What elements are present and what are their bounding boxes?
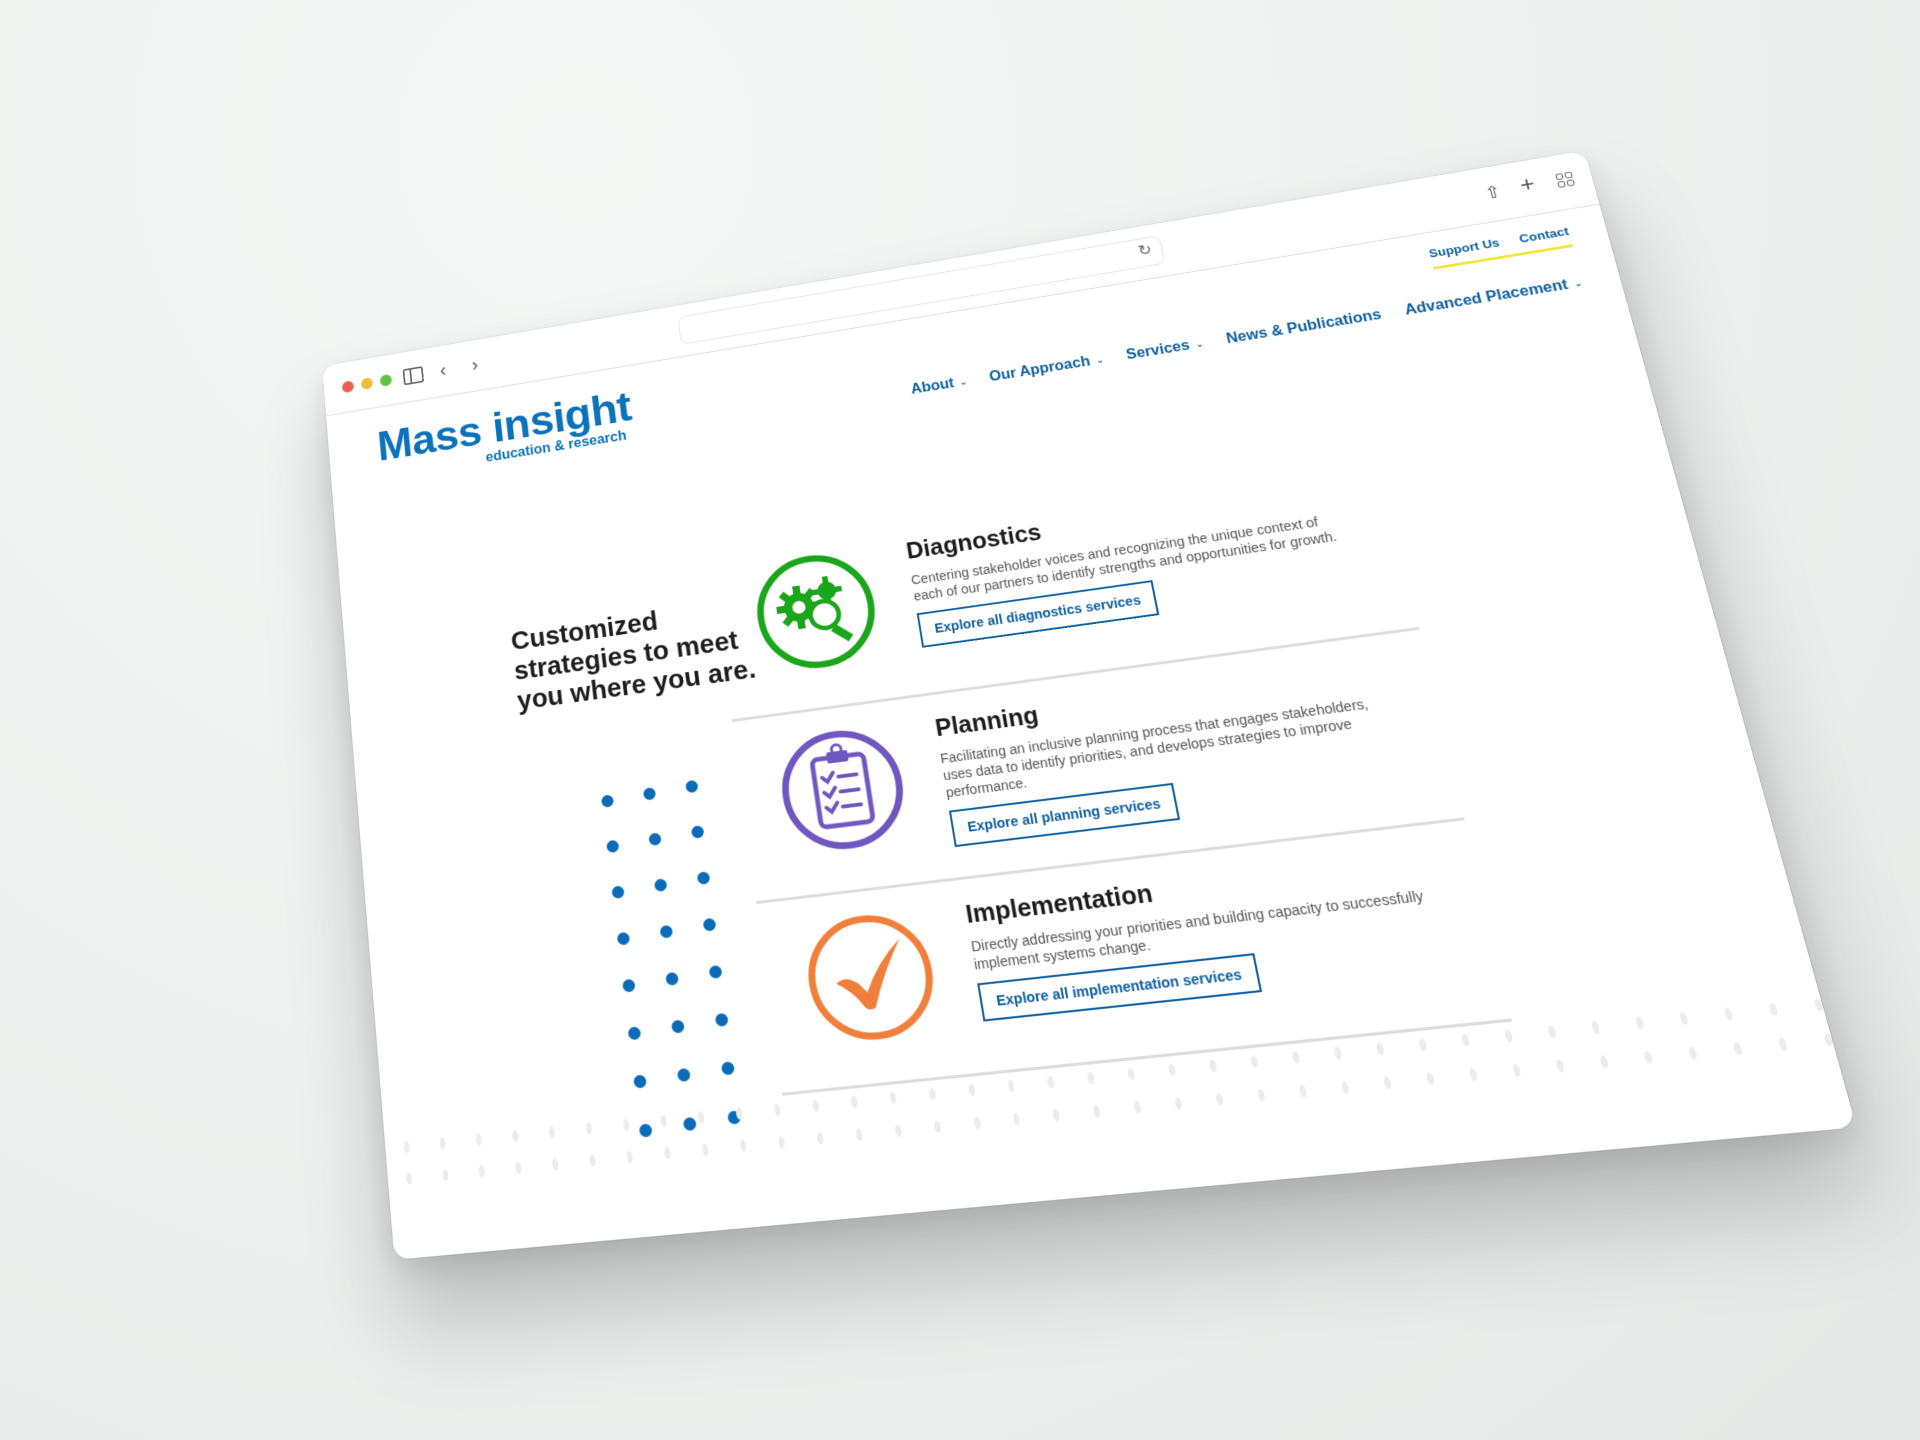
- browser-window: ‹ › ↻ ⇧ + Mass insight education & resea…: [322, 150, 1857, 1260]
- window-controls: [341, 373, 393, 394]
- support-us-link[interactable]: Support Us: [1427, 236, 1500, 260]
- forward-arrow-icon[interactable]: ›: [471, 354, 479, 376]
- chevron-down-icon: ⌄: [1094, 354, 1105, 366]
- new-tab-plus-icon[interactable]: +: [1517, 172, 1537, 197]
- reload-icon[interactable]: ↻: [1137, 241, 1154, 260]
- service-text: Planning Facilitating an inclusive plann…: [933, 658, 1403, 848]
- contact-link[interactable]: Contact: [1518, 224, 1571, 245]
- maximize-window-button[interactable]: [379, 373, 393, 387]
- minimize-window-button[interactable]: [360, 377, 374, 391]
- share-icon[interactable]: ⇧: [1482, 181, 1504, 206]
- nav-label: Services: [1124, 338, 1192, 363]
- mockup-stage: ‹ › ↻ ⇧ + Mass insight education & resea…: [0, 0, 1920, 1440]
- close-window-button[interactable]: [341, 380, 355, 394]
- nav-item-our-approach[interactable]: Our Approach ⌄: [988, 352, 1105, 386]
- chevron-down-icon: ⌄: [1572, 277, 1584, 290]
- clipboard-checklist-icon: [772, 721, 914, 859]
- sidebar-toggle-icon[interactable]: [402, 366, 425, 386]
- nav-label: Advanced Placement: [1403, 277, 1570, 319]
- nav-item-about[interactable]: About ⌄: [910, 374, 969, 398]
- chevron-down-icon: ⌄: [1194, 338, 1205, 350]
- back-arrow-icon[interactable]: ‹: [439, 360, 447, 382]
- gears-magnifier-icon: [748, 545, 886, 678]
- nav-item-advanced-placement[interactable]: Advanced Placement ⌄: [1403, 275, 1585, 319]
- utility-nav: Support Us Contact: [1427, 224, 1573, 270]
- service-text: Implementation Directly addressing your …: [964, 849, 1445, 1022]
- nav-label: About: [909, 375, 956, 398]
- nav-item-services[interactable]: Services ⌄: [1125, 336, 1205, 364]
- nav-label: News & Publications: [1225, 307, 1383, 347]
- service-text: Diagnostics Centering stakeholder voices…: [905, 476, 1357, 648]
- nav-label: Our Approach: [988, 354, 1092, 385]
- decorative-dot-pattern: [600, 779, 742, 1138]
- tab-overview-grid-icon[interactable]: [1555, 171, 1576, 188]
- chevron-down-icon: ⌄: [958, 376, 969, 388]
- nav-item-news-publications[interactable]: News & Publications: [1225, 307, 1383, 347]
- checkmark-icon: [798, 906, 945, 1049]
